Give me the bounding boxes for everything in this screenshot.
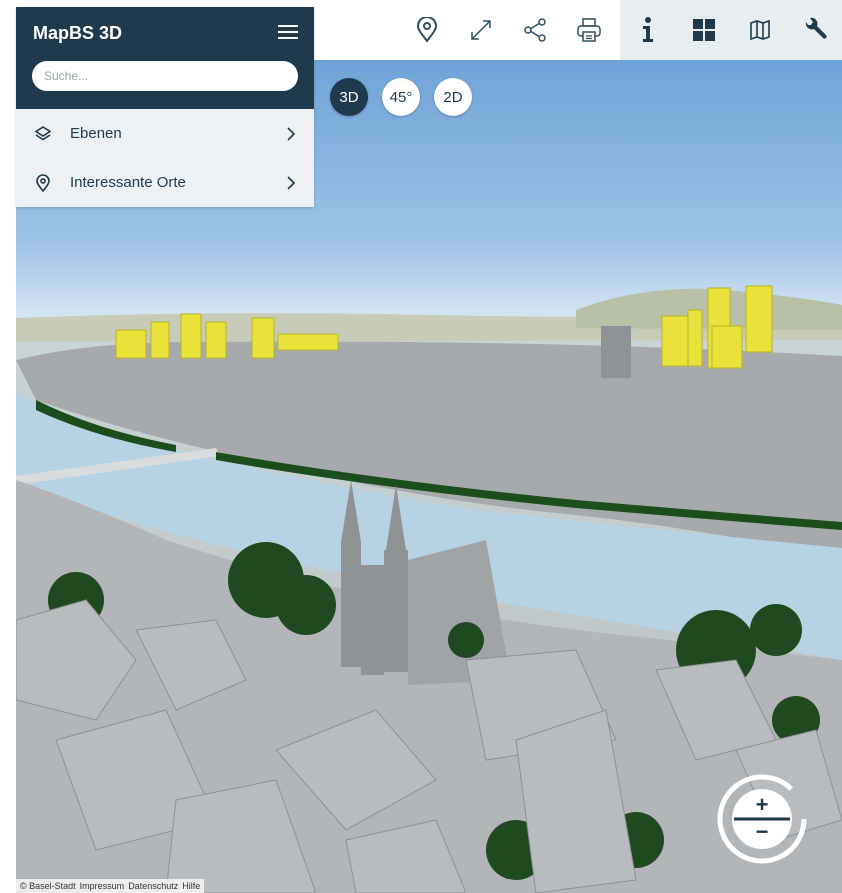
chevron-right-icon	[287, 126, 296, 141]
location-pin-icon	[416, 17, 438, 43]
share-button[interactable]	[508, 0, 562, 60]
info-icon	[643, 17, 653, 42]
app-title: MapBS 3D	[33, 23, 123, 43]
map-icon	[750, 19, 770, 41]
datenschutz-link[interactable]: Datenschutz	[128, 881, 178, 891]
location-pin-icon	[34, 173, 52, 192]
layers-icon	[34, 125, 52, 143]
footer-bar: © Basel-Stadt Impressum Datenschutz Hilf…	[16, 879, 205, 893]
print-button[interactable]	[562, 0, 616, 60]
fullscreen-button[interactable]	[454, 0, 508, 60]
view-mode-switch: 3D 45° 2D	[330, 78, 472, 116]
sidebar-item-ebenen[interactable]: Ebenen	[16, 109, 314, 158]
map-button[interactable]	[732, 0, 788, 60]
sidebar-item-interessante-orte[interactable]: Interessante Orte	[16, 158, 314, 207]
share-icon	[524, 18, 546, 42]
zoom-control[interactable]: + −	[716, 773, 808, 865]
hilfe-link[interactable]: Hilfe	[182, 881, 200, 891]
copyright-text: © Basel-Stadt	[20, 881, 76, 891]
info-button[interactable]	[620, 0, 676, 60]
sidebar-item-label: Interessante Orte	[70, 174, 186, 191]
zoom-in-button: +	[756, 792, 769, 817]
sidebar-header: MapBS 3D	[16, 7, 314, 109]
view-2d-button[interactable]: 2D	[434, 78, 472, 116]
impressum-link[interactable]: Impressum	[80, 881, 125, 891]
compass-zoom-icon: + −	[717, 774, 807, 864]
view-45-button[interactable]: 45°	[382, 78, 420, 116]
toolbar-secondary	[620, 0, 842, 60]
sidebar-panel: MapBS 3D Ebenen Interessante Orte	[16, 7, 314, 207]
sidebar-item-label: Ebenen	[70, 125, 122, 142]
search-input[interactable]	[32, 61, 298, 91]
zoom-out-button: −	[756, 819, 769, 844]
hamburger-icon	[278, 25, 298, 27]
menu-button[interactable]	[278, 22, 298, 40]
location-button[interactable]	[400, 0, 454, 60]
tools-button[interactable]	[788, 0, 842, 60]
print-icon	[577, 18, 601, 42]
expand-icon	[471, 20, 491, 40]
chevron-right-icon	[287, 175, 296, 190]
basemap-grid-button[interactable]	[676, 0, 732, 60]
grid-icon	[693, 19, 715, 41]
tower	[601, 326, 631, 378]
toolbar-primary	[400, 0, 616, 60]
wrench-icon	[805, 17, 827, 39]
view-3d-button[interactable]: 3D	[330, 78, 368, 116]
